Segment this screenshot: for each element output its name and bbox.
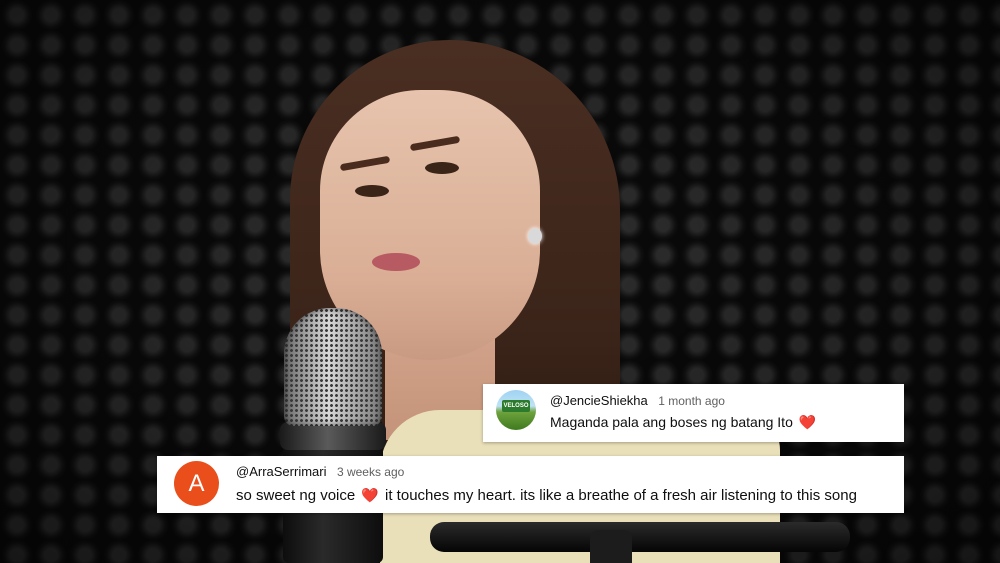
- heart-icon: ❤️: [361, 487, 379, 503]
- comment-body-start: so sweet ng voice: [236, 487, 356, 504]
- comment-card-arra: A @ArraSerrimari 3 weeks ago so sweet ng…: [157, 456, 904, 513]
- comment-text: Maganda pala ang boses ng batang Ito ❤️: [550, 414, 818, 431]
- avatar: A: [174, 461, 219, 506]
- comment-handle: @ArraSerrimari: [236, 464, 327, 479]
- left-eye: [355, 185, 389, 197]
- mic-stand-knob: [590, 530, 632, 563]
- comment-card-jencie: VELOSO @JencieShiekha 1 month ago Magand…: [483, 384, 904, 442]
- comment-meta: @ArraSerrimari 3 weeks ago: [236, 463, 404, 481]
- comment-meta: @JencieShiekha 1 month ago: [550, 392, 725, 410]
- comment-timestamp: 1 month ago: [658, 394, 725, 408]
- mic-stand-arm: [430, 522, 850, 552]
- earring: [528, 228, 542, 244]
- microphone-grille: [284, 308, 382, 426]
- comment-handle: @JencieShiekha: [550, 393, 648, 408]
- comment-timestamp: 3 weeks ago: [336, 465, 405, 479]
- right-eye: [425, 162, 459, 174]
- comment-text: so sweet ng voice ❤️ it touches my heart…: [236, 487, 857, 504]
- comment-body-end: it touches my heart. its like a breathe …: [385, 487, 857, 504]
- microphone-band: [280, 422, 386, 450]
- heart-icon: ❤️: [798, 414, 817, 430]
- avatar: VELOSO: [496, 390, 536, 430]
- lips: [372, 253, 420, 271]
- avatar-sign: VELOSO: [502, 400, 530, 412]
- comment-body: Maganda pala ang boses ng batang Ito: [550, 414, 793, 430]
